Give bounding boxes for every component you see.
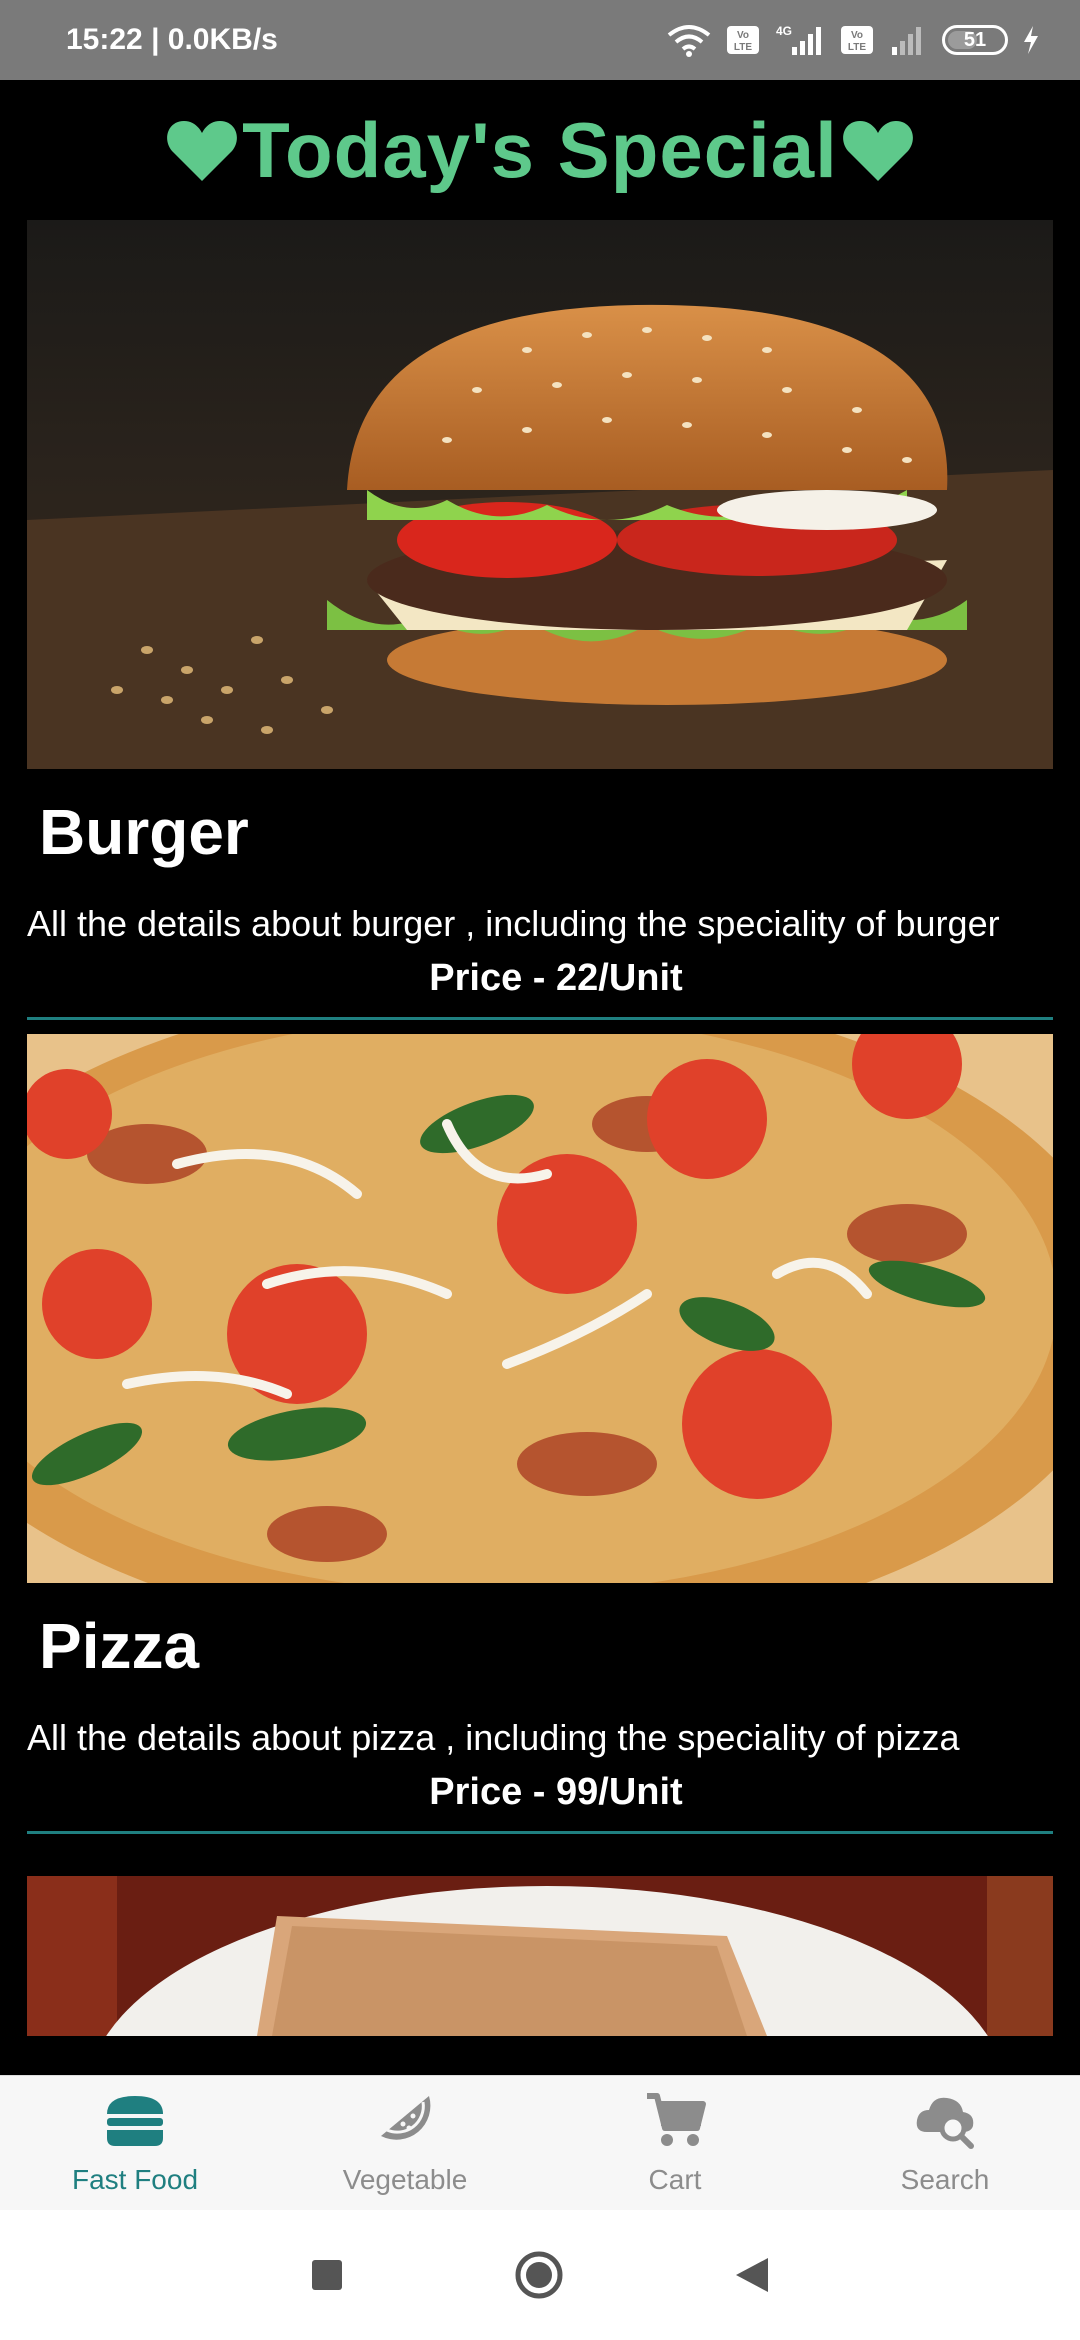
svg-text:LTE: LTE bbox=[848, 42, 866, 53]
recents-square-icon[interactable] bbox=[310, 2258, 344, 2292]
back-triangle-icon[interactable] bbox=[734, 2256, 770, 2294]
food-price: Price - 22/Unit bbox=[429, 957, 683, 999]
page-title: Today's Special bbox=[0, 80, 1080, 220]
volte-icon: Vo LTE bbox=[726, 25, 760, 55]
battery-indicator: 51 bbox=[942, 25, 1008, 55]
divider bbox=[27, 1017, 1053, 1020]
charging-icon bbox=[1022, 25, 1040, 55]
food-name: Pizza bbox=[39, 1610, 200, 1682]
cloud-search-icon bbox=[916, 2097, 974, 2149]
status-icons: Vo LTE 4G Vo LTE 51 bbox=[666, 23, 1040, 57]
nav-label: Search bbox=[900, 2164, 990, 2195]
svg-text:Vo: Vo bbox=[851, 30, 863, 41]
food-card-burger[interactable]: Burger All the details about burger , in… bbox=[27, 220, 1053, 1020]
nav-label: Fast Food bbox=[71, 2164, 199, 2195]
nav-label: Cart bbox=[648, 2164, 702, 2195]
food-card-next[interactable] bbox=[27, 1876, 1053, 2036]
nav-item-vegetable[interactable]: Vegetable bbox=[270, 2076, 540, 2210]
signal-weak-icon bbox=[888, 23, 928, 57]
nav-item-cart[interactable]: Cart bbox=[540, 2076, 810, 2210]
pizza-image[interactable] bbox=[27, 1034, 1053, 1583]
food-image[interactable] bbox=[27, 1876, 1053, 2036]
nav-item-search[interactable]: Search bbox=[810, 2076, 1080, 2210]
status-time-speed: 15:22 | 0.0KB/s bbox=[66, 23, 278, 56]
nav-label: Vegetable bbox=[342, 2164, 468, 2195]
watermelon-icon bbox=[381, 2096, 431, 2140]
divider bbox=[27, 1831, 1053, 1834]
food-description: All the details about pizza , including … bbox=[27, 1717, 960, 1758]
food-card-pizza[interactable]: Pizza All the details about pizza , incl… bbox=[27, 1034, 1053, 1834]
heart-icon bbox=[842, 121, 913, 181]
volte-icon-2: Vo LTE bbox=[840, 25, 874, 55]
nav-item-fast-food[interactable]: Fast Food bbox=[0, 2076, 270, 2210]
svg-text:4G: 4G bbox=[776, 24, 792, 38]
food-description: All the details about burger , including… bbox=[27, 903, 1000, 944]
svg-text:LTE: LTE bbox=[734, 42, 752, 53]
wifi-icon bbox=[666, 23, 712, 57]
home-circle-icon[interactable] bbox=[514, 2250, 564, 2300]
heart-icon bbox=[167, 121, 238, 181]
bottom-navigation: Fast Food Vegetable Cart Search bbox=[0, 2075, 1080, 2210]
page-title-text: Today's Special bbox=[242, 106, 838, 194]
main-content[interactable]: Today's Special Burger All the details a… bbox=[0, 80, 1080, 2075]
svg-text:Vo: Vo bbox=[737, 30, 749, 41]
burger-image[interactable] bbox=[27, 220, 1053, 769]
food-price: Price - 99/Unit bbox=[429, 1771, 683, 1813]
food-name: Burger bbox=[39, 796, 249, 868]
system-navigation-bar bbox=[0, 2210, 1080, 2340]
burger-icon bbox=[107, 2096, 163, 2146]
signal-4g-icon: 4G bbox=[774, 23, 826, 57]
status-bar: 15:22 | 0.0KB/s Vo LTE 4G Vo LTE 51 bbox=[0, 0, 1080, 80]
battery-level: 51 bbox=[963, 28, 987, 51]
cart-icon bbox=[647, 2093, 706, 2146]
